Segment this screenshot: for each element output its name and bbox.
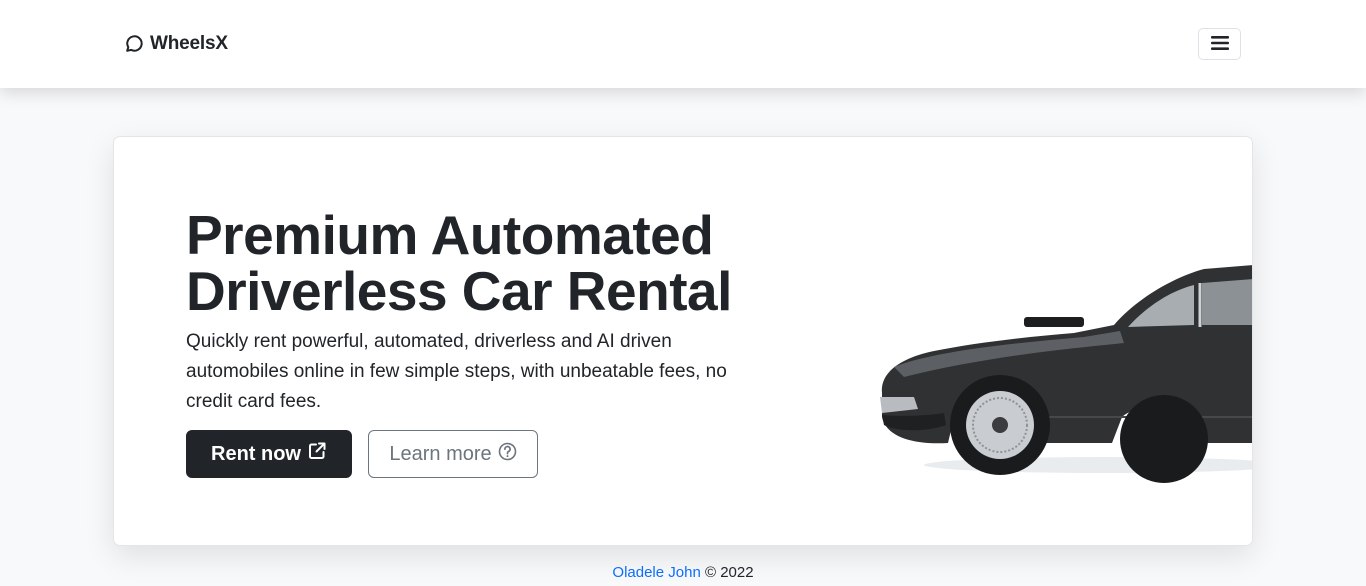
hero-car-image — [874, 247, 1252, 487]
author-link[interactable]: Oladele John — [612, 564, 700, 581]
footer: Oladele John © 2022 — [0, 564, 1366, 581]
hero-title-line-2: Driverless Car Rental — [186, 260, 732, 322]
question-circle-icon — [498, 442, 517, 467]
hero-title: Premium Automated Driverless Car Rental — [186, 207, 806, 319]
copyright-text: © 2022 — [704, 564, 754, 581]
rent-now-button[interactable]: Rent now — [186, 430, 352, 478]
rent-now-label: Rent now — [211, 442, 301, 465]
chat-circle-icon — [124, 34, 144, 54]
learn-more-button[interactable]: Learn more — [368, 430, 538, 478]
hero-card: Premium Automated Driverless Car Rental … — [113, 136, 1253, 546]
navbar-toggle-button[interactable] — [1198, 28, 1241, 60]
hero-description: Quickly rent powerful, automated, driver… — [186, 331, 727, 412]
external-link-icon — [307, 441, 327, 467]
hero-title-line-1: Premium Automated — [186, 204, 714, 266]
brand-link[interactable]: WheelsX — [124, 33, 228, 55]
hamburger-menu-icon — [1210, 35, 1229, 53]
learn-more-label: Learn more — [389, 442, 492, 465]
navbar: WheelsX — [0, 0, 1366, 88]
brand-name: WheelsX — [150, 33, 228, 54]
